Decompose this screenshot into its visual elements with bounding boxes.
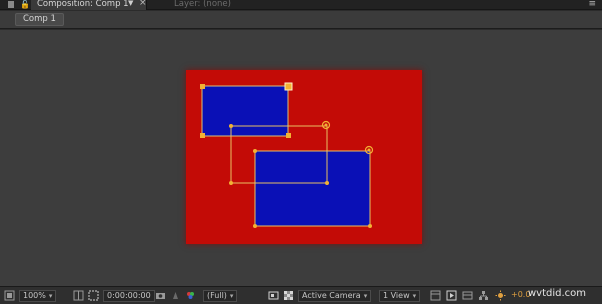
comp-navigator-bar: Comp 1 bbox=[0, 11, 602, 29]
safe-zones-icon[interactable] bbox=[73, 290, 84, 301]
panel-menu-icon[interactable]: ≡ bbox=[588, 0, 596, 9]
composition-viewer[interactable] bbox=[0, 30, 602, 286]
layer-solid-1[interactable] bbox=[201, 85, 289, 137]
tab-composition-label: Composition: Comp 1 bbox=[37, 0, 129, 9]
lock-icon[interactable]: 🔓 bbox=[20, 1, 30, 9]
panel-grip-icon[interactable] bbox=[8, 1, 14, 8]
resolution-select[interactable]: (Full) bbox=[203, 290, 238, 302]
current-time-field[interactable]: 0:00:00:00 bbox=[103, 290, 155, 302]
viewer-toolbar: 100% 0:00:00:00 (Full) Active Camera 1 V… bbox=[0, 286, 602, 304]
zoom-select[interactable]: 100% bbox=[19, 290, 57, 302]
layer-overlay bbox=[200, 82, 374, 228]
close-icon[interactable]: × bbox=[139, 0, 147, 8]
flowchart-icon[interactable] bbox=[478, 290, 489, 301]
tab-dropdown-icon[interactable]: ▼ bbox=[128, 0, 133, 7]
camera-snapshot-icon[interactable] bbox=[155, 290, 166, 301]
exposure-reset-icon[interactable] bbox=[495, 290, 506, 301]
breadcrumb-comp[interactable]: Comp 1 bbox=[15, 13, 64, 26]
transparency-grid-icon[interactable] bbox=[283, 290, 294, 301]
camera-select[interactable]: Active Camera bbox=[298, 290, 372, 302]
watermark: wvtdid.com bbox=[528, 288, 587, 299]
tab-layer-label: Layer: (none) bbox=[174, 0, 231, 9]
always-preview-icon[interactable] bbox=[4, 290, 15, 301]
pixel-aspect-icon[interactable] bbox=[430, 290, 441, 301]
tab-composition[interactable]: Composition: Comp 1 ▼ × bbox=[31, 0, 147, 10]
show-snapshot-icon[interactable] bbox=[170, 290, 181, 301]
panel-tab-bar: 🔓 Composition: Comp 1 ▼ × Layer: (none) … bbox=[0, 0, 602, 10]
mask-visibility-icon[interactable] bbox=[88, 290, 99, 301]
timeline-icon[interactable] bbox=[462, 290, 473, 301]
region-of-interest-icon[interactable] bbox=[268, 290, 279, 301]
layer-solid-3[interactable] bbox=[254, 150, 371, 227]
view-layout-select[interactable]: 1 View bbox=[379, 290, 421, 302]
channels-icon[interactable] bbox=[185, 290, 196, 301]
fast-previews-icon[interactable] bbox=[446, 290, 457, 301]
